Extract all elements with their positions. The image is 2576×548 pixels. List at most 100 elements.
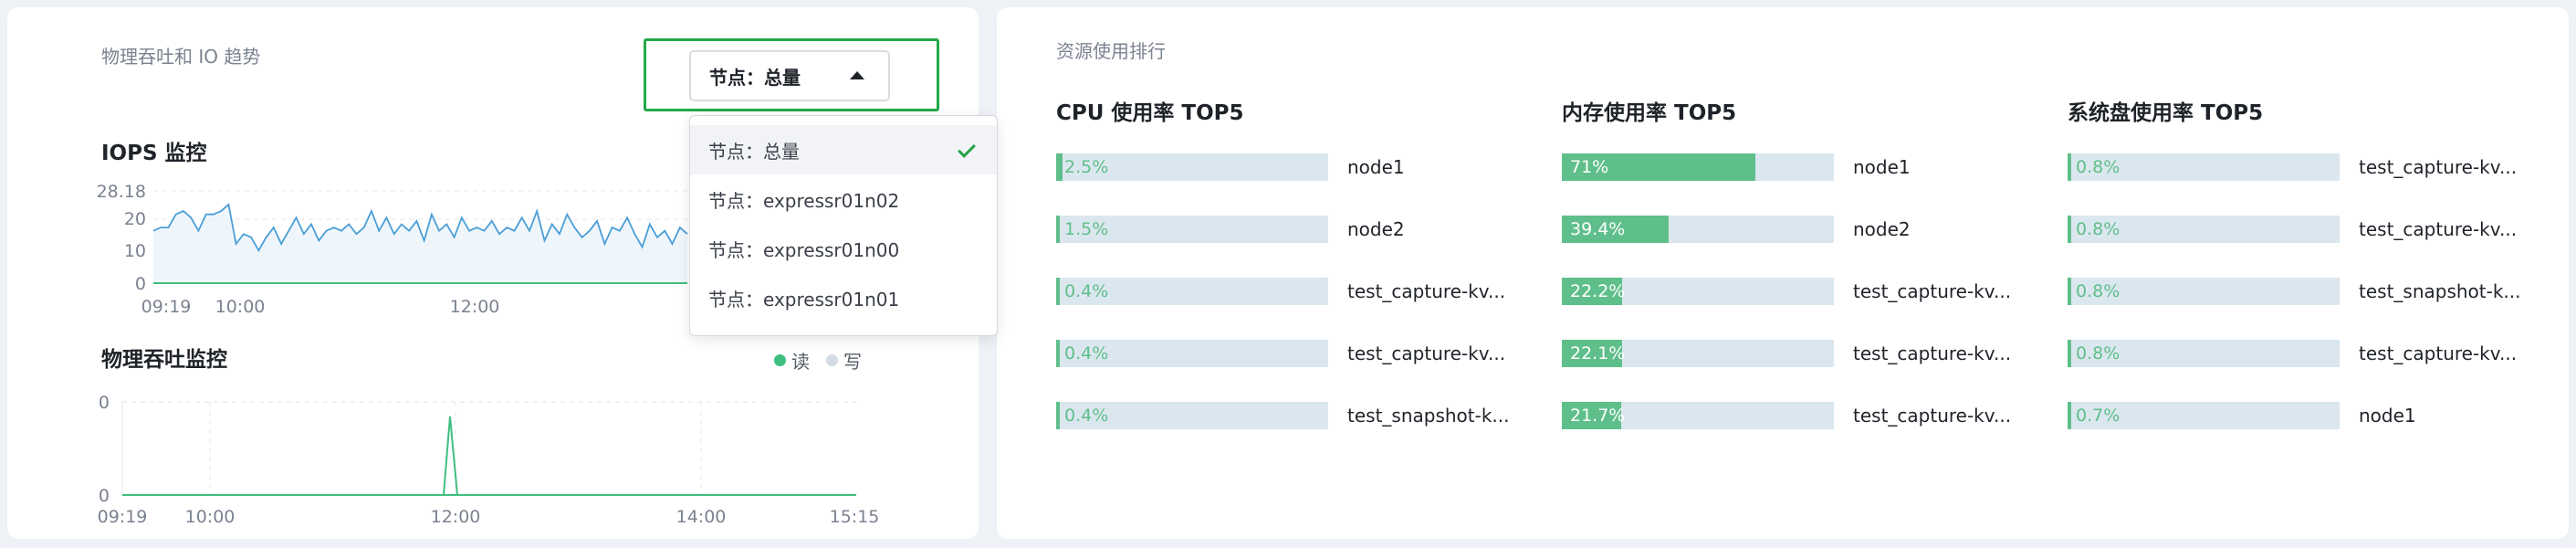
- node-option-expressr01n00[interactable]: 节点：expressr01n00: [690, 224, 997, 273]
- node-dropdown-menu: 节点：总量 节点：expressr01n02 节点：expressr01n00 …: [689, 115, 998, 336]
- rank-row: 0.4% test_capture-kv...: [1056, 340, 1531, 367]
- usage-bar-track: 22.1%: [1562, 340, 1834, 367]
- cpu-rank-title: CPU 使用率 TOP5: [1056, 101, 1244, 125]
- node-select[interactable]: 节点：总量: [689, 50, 890, 101]
- check-icon: [958, 140, 976, 158]
- usage-bar-track: 21.7%: [1562, 402, 1834, 429]
- usage-percent: 39.4%: [1570, 219, 1626, 239]
- usage-bar-fill: [2068, 216, 2071, 243]
- usage-percent: 0.4%: [1064, 281, 1109, 301]
- usage-bar-fill: [2068, 278, 2071, 305]
- usage-bar-track: 71%: [1562, 153, 1834, 181]
- tp-y-tick: 0: [99, 393, 110, 413]
- throughput-legend: 读 写: [774, 347, 873, 374]
- tp-read-spike: [436, 416, 464, 496]
- usage-bar-track: 0.4%: [1056, 340, 1328, 367]
- rank-row: 21.7% test_capture-kv...: [1562, 402, 2037, 429]
- resource-name: test_capture-kv...: [1853, 405, 2012, 427]
- rank-row: 0.7% node1: [2068, 402, 2542, 429]
- rank-row: 0.4% test_capture-kv...: [1056, 278, 1531, 305]
- usage-percent: 21.7%: [1570, 406, 1626, 426]
- rank-row: 39.4% node2: [1562, 216, 2037, 243]
- rank-row: 0.8% test_capture-kv...: [2068, 340, 2542, 367]
- usage-percent: 0.8%: [2076, 219, 2120, 239]
- iops-y-tick: 0: [135, 274, 146, 294]
- usage-bar-track: 22.2%: [1562, 278, 1834, 305]
- throughput-chart-title: 物理吞吐监控: [101, 348, 227, 372]
- iops-area: [153, 205, 687, 283]
- node-option-label: 节点：expressr01n00: [708, 238, 900, 261]
- resource-name: test_snapshot-k...: [2359, 280, 2521, 302]
- iops-y-tick: 28.18: [97, 182, 146, 202]
- usage-bar-track: 0.8%: [2068, 153, 2340, 181]
- iops-x-tick: 10:00: [215, 297, 266, 317]
- usage-percent: 2.5%: [1064, 157, 1109, 177]
- usage-percent: 0.8%: [2076, 281, 2120, 301]
- legend-read-label[interactable]: 读: [791, 347, 810, 374]
- usage-bar-track: 0.8%: [2068, 216, 2340, 243]
- resource-name: node1: [1853, 156, 1911, 178]
- node-option-total[interactable]: 节点：总量: [690, 125, 997, 174]
- rank-row: 0.8% test_capture-kv...: [2068, 153, 2542, 181]
- usage-bar-track: 0.8%: [2068, 340, 2340, 367]
- usage-percent: 22.2%: [1570, 281, 1626, 301]
- rank-row: 0.8% test_capture-kv...: [2068, 216, 2542, 243]
- node-option-expressr01n02[interactable]: 节点：expressr01n02: [690, 174, 997, 224]
- usage-percent: 0.7%: [2076, 406, 2120, 426]
- resource-name: test_capture-kv...: [1853, 280, 2012, 302]
- usage-bar-fill: [1056, 278, 1060, 305]
- rank-row: 0.8% test_snapshot-k...: [2068, 278, 2542, 305]
- rank-row: 71% node1: [1562, 153, 2037, 181]
- node-option-label: 节点：总量: [708, 140, 800, 163]
- tp-x-tick: 10:00: [185, 507, 236, 527]
- resource-name: test_capture-kv...: [1347, 342, 1506, 364]
- usage-percent: 0.4%: [1064, 406, 1109, 426]
- resource-name: node1: [2359, 405, 2416, 427]
- memory-rank-column: 内存使用率 TOP5 71% node1 39.4% node2 22.2% test_c…: [1562, 95, 2037, 429]
- cpu-rank-column: CPU 使用率 TOP5 2.5% node1 1.5% node2 0.4% test_…: [1056, 95, 1531, 429]
- node-option-label: 节点：expressr01n02: [708, 189, 900, 212]
- rank-row: 22.2% test_capture-kv...: [1562, 278, 2037, 305]
- usage-percent: 71%: [1570, 157, 1609, 177]
- resource-name: test_capture-kv...: [2359, 156, 2518, 178]
- caret-up-icon: [850, 71, 864, 79]
- resource-name: node2: [1347, 218, 1405, 240]
- disk-rank-title: 系统盘使用率 TOP5: [2068, 101, 2264, 125]
- usage-bar-track: 0.8%: [2068, 278, 2340, 305]
- io-trend-card: 物理吞吐和 IO 趋势 节点：总量 节点：总量 节点：expressr01n02…: [7, 7, 998, 539]
- tp-x-tick: 15:15: [830, 507, 880, 527]
- throughput-chart: 0 0 09:19 10:00 12:00 14:00 15:15: [98, 393, 880, 527]
- usage-percent: 0.4%: [1064, 343, 1109, 364]
- tp-y-tick: 0: [99, 486, 110, 506]
- usage-bar-fill: [1056, 153, 1063, 181]
- usage-percent: 0.8%: [2076, 157, 2120, 177]
- memory-rank-title: 内存使用率 TOP5: [1562, 101, 1737, 125]
- disk-rank-column: 系统盘使用率 TOP5 0.8% test_capture-kv... 0.8% te…: [2068, 95, 2542, 429]
- iops-y-tick: 20: [124, 209, 146, 229]
- usage-bar-track: 2.5%: [1056, 153, 1328, 181]
- resource-ranking-card: 资源使用排行 CPU 使用率 TOP5 2.5% node1 1.5% node2 0.…: [997, 7, 2569, 539]
- rank-row: 2.5% node1: [1056, 153, 1531, 181]
- tp-x-tick: 12:00: [431, 507, 481, 527]
- rank-row: 22.1% test_capture-kv...: [1562, 340, 2037, 367]
- legend-read-dot: [774, 354, 786, 366]
- resource-name: test_capture-kv...: [1347, 280, 1506, 302]
- usage-bar-track: 39.4%: [1562, 216, 1834, 243]
- section-title-io-trend: 物理吞吐和 IO 趋势: [101, 46, 261, 68]
- node-option-label: 节点：expressr01n01: [708, 288, 900, 311]
- section-title-resource-ranking: 资源使用排行: [1056, 40, 1166, 62]
- node-select-value: 节点：总量: [709, 66, 801, 89]
- iops-x-tick: 12:00: [450, 297, 500, 317]
- usage-percent: 0.8%: [2076, 343, 2120, 364]
- resource-name: test_capture-kv...: [2359, 342, 2518, 364]
- tp-x-tick: 14:00: [676, 507, 727, 527]
- usage-bar-track: 0.7%: [2068, 402, 2340, 429]
- resource-name: node2: [1853, 218, 1911, 240]
- tp-x-tick: 09:19: [98, 507, 148, 527]
- usage-bar-fill: [2068, 340, 2071, 367]
- legend-write-dot: [826, 354, 838, 366]
- legend-write-label[interactable]: 写: [843, 347, 862, 374]
- iops-x-tick: 09:19: [141, 297, 192, 317]
- node-option-expressr01n01[interactable]: 节点：expressr01n01: [690, 273, 997, 322]
- usage-bar-track: 1.5%: [1056, 216, 1328, 243]
